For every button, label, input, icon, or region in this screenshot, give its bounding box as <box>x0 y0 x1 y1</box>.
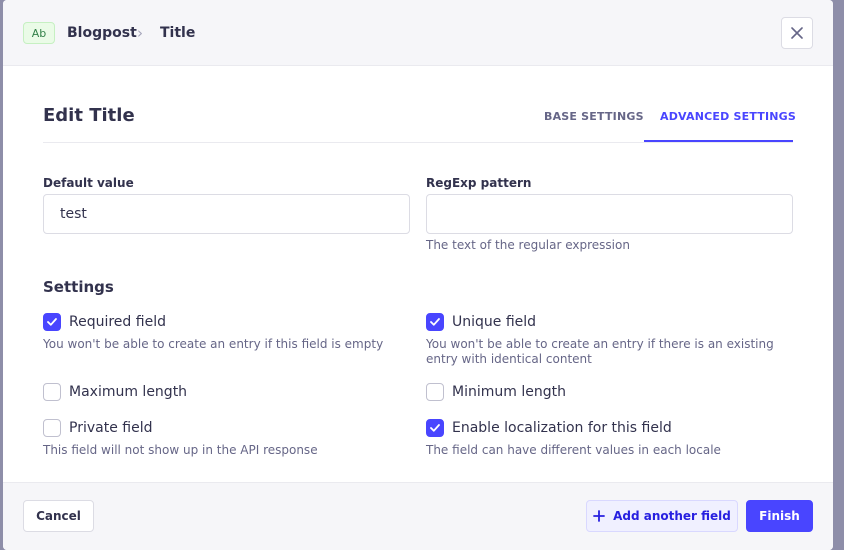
maximum-length-checkbox[interactable]: Maximum length <box>43 383 187 401</box>
active-tab-indicator <box>644 140 793 142</box>
close-icon <box>791 27 803 39</box>
finish-button[interactable]: Finish <box>746 500 813 532</box>
tabs-divider <box>43 142 793 143</box>
checkbox-box[interactable] <box>426 383 444 401</box>
checkbox-box[interactable] <box>43 383 61 401</box>
modal-title: Edit Title <box>43 105 135 126</box>
private-field-checkbox[interactable]: Private field <box>43 419 152 437</box>
default-value-label: Default value <box>43 176 134 190</box>
regexp-hint: The text of the regular expression <box>426 238 630 252</box>
localization-checkbox[interactable]: Enable localization for this field <box>426 419 672 437</box>
breadcrumb-field: Title <box>160 25 196 41</box>
tab-base-settings[interactable]: BASE SETTINGS <box>544 110 644 123</box>
unique-field-checkbox[interactable]: Unique field <box>426 313 536 331</box>
check-icon <box>430 318 440 326</box>
close-button[interactable] <box>781 17 813 49</box>
required-field-hint: You won't be able to create an entry if … <box>43 337 384 351</box>
check-icon <box>47 318 57 326</box>
required-field-checkbox[interactable]: Required field <box>43 313 166 331</box>
breadcrumb-collection[interactable]: Blogpost <box>67 25 137 41</box>
text-type-badge: Ab <box>23 22 55 44</box>
check-icon <box>430 424 440 432</box>
checkbox-box[interactable] <box>426 419 444 437</box>
minimum-length-checkbox[interactable]: Minimum length <box>426 383 566 401</box>
private-field-hint: This field will not show up in the API r… <box>43 443 318 457</box>
tab-advanced-settings[interactable]: ADVANCED SETTINGS <box>660 110 796 123</box>
plus-icon <box>593 510 606 522</box>
modal-header: Ab Blogpost › Title <box>3 0 833 66</box>
edit-field-modal: Ab Blogpost › Title Edit Title BASE SETT… <box>3 0 833 550</box>
localization-label: Enable localization for this field <box>452 420 672 436</box>
regexp-pattern-label: RegExp pattern <box>426 176 532 190</box>
unique-field-label: Unique field <box>452 314 537 330</box>
required-field-label: Required field <box>69 314 166 330</box>
add-another-field-label: Add another field <box>613 509 731 523</box>
private-field-label: Private field <box>69 420 153 436</box>
maximum-length-label: Maximum length <box>69 384 188 400</box>
checkbox-box[interactable] <box>43 419 61 437</box>
modal-footer: Cancel Add another field Finish <box>3 482 833 550</box>
settings-heading: Settings <box>43 278 114 296</box>
checkbox-box[interactable] <box>426 313 444 331</box>
chevron-right-icon: › <box>137 24 143 42</box>
checkbox-box[interactable] <box>43 313 61 331</box>
default-value-input[interactable] <box>43 194 410 234</box>
minimum-length-label: Minimum length <box>452 384 566 400</box>
unique-field-hint: You won't be able to create an entry if … <box>426 337 774 366</box>
localization-hint: The field can have different values in e… <box>426 443 721 457</box>
regexp-pattern-input[interactable] <box>426 194 793 234</box>
add-another-field-button[interactable]: Add another field <box>586 500 738 532</box>
cancel-button[interactable]: Cancel <box>23 500 94 532</box>
